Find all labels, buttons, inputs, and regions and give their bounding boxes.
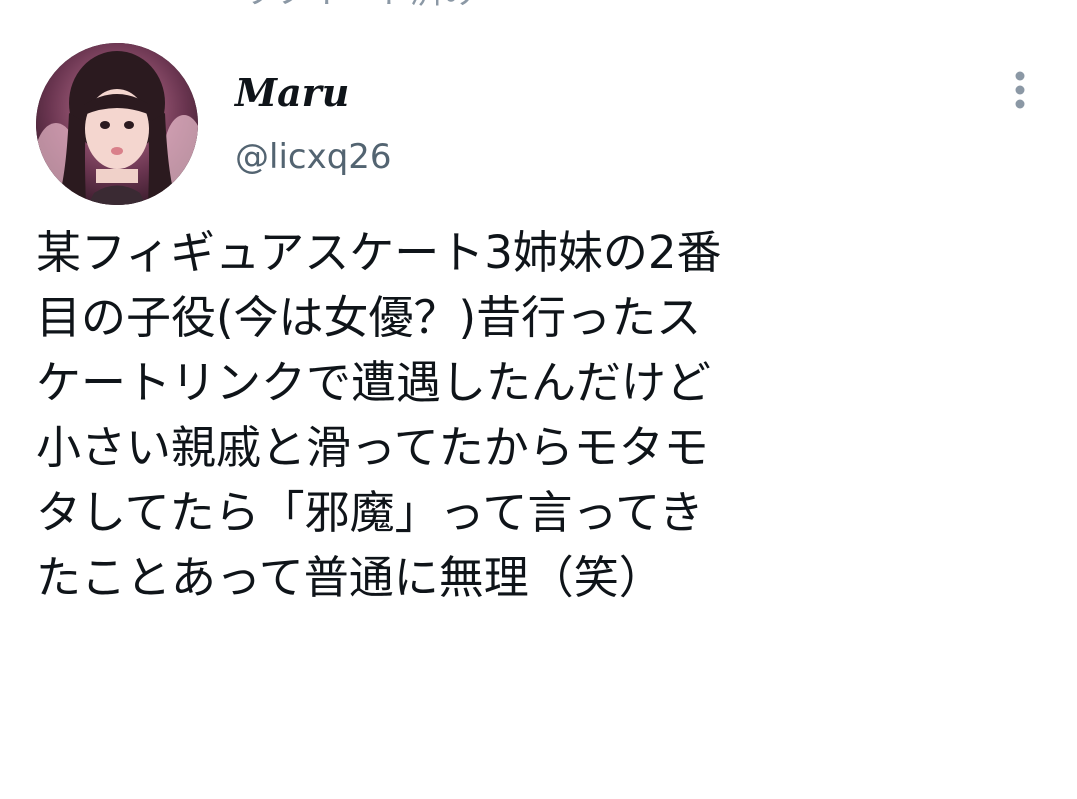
tweet-text-line: ケートリンクで遭遇したんだけど bbox=[36, 356, 712, 409]
tweet-text: 某フィギュアスケート3姉妹の2番 目の子役(今は女優？)昔行ったス ケートリンク… bbox=[36, 220, 1046, 610]
avatar[interactable] bbox=[36, 43, 198, 205]
tweet-text-line: 小さい親戚と滑ってたからモタモ bbox=[36, 421, 709, 474]
more-options-button[interactable] bbox=[1000, 66, 1040, 116]
tweet-text-line: タしてたら「邪魔」って言ってき bbox=[36, 486, 704, 539]
author-name[interactable]: Maru bbox=[235, 68, 349, 118]
tweet-text-line: 目の子役(今は女優？)昔行ったス bbox=[36, 291, 702, 344]
vertical-ellipsis-icon bbox=[1015, 71, 1025, 109]
author-handle[interactable]: @licxq26 bbox=[235, 134, 392, 180]
tweet-text-line: 某フィギュアスケート3姉妹の2番 bbox=[36, 226, 722, 279]
tweet-text-line: たことあって普通に無理（笑） bbox=[36, 551, 664, 604]
repost-status: リツイート済み bbox=[240, 0, 478, 14]
avatar-image bbox=[36, 43, 198, 205]
